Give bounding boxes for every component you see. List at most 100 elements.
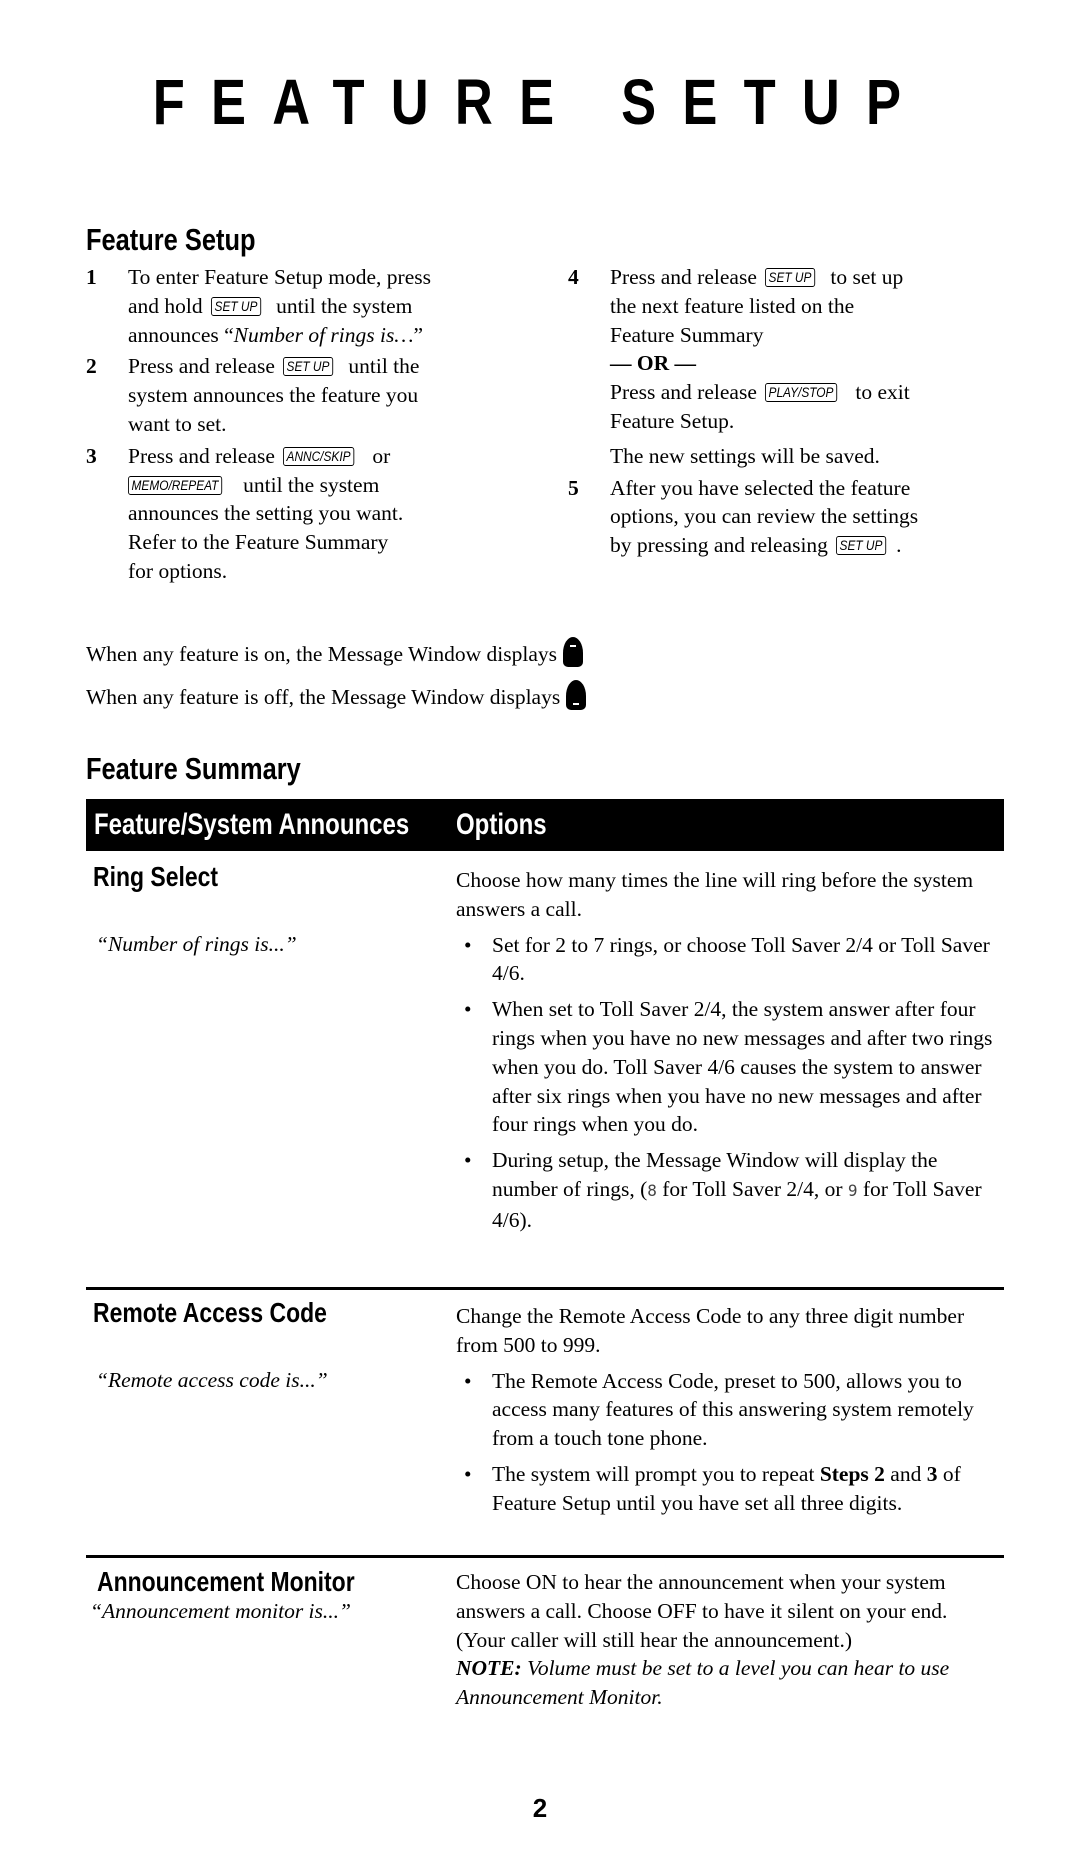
option-intro: Change the Remote Access Code to any thr… [456, 1304, 965, 1357]
step-line: want to set. [128, 411, 227, 436]
bullet-bold-text: 3 [926, 1461, 938, 1486]
step-line: After you have selected the feature [610, 475, 911, 500]
step-line: system announces the feature you [128, 383, 419, 408]
step-line: the next feature listed on the [610, 293, 855, 318]
page-title: FEATURE SETUP [152, 66, 928, 138]
bullet-text: The Remote Access Code, preset to 500, a… [492, 1368, 974, 1451]
step-line: by pressing and releasing SET UP. [610, 531, 1008, 560]
step-number: 3 [86, 443, 97, 468]
bullet-icon: • [464, 997, 472, 1022]
options-announcement-monitor: Choose ON to hear the announcement when … [456, 1568, 996, 1712]
play-stop-key-icon: PLAY/STOP [765, 383, 838, 403]
step-line: Press and release SET UP until the [128, 352, 526, 381]
step-4: 4 Press and release SET UP to set up the… [568, 263, 1008, 471]
memo-repeat-key-icon: MEMO/REPEAT [128, 475, 222, 495]
steps-right-column: 4 Press and release SET UP to set up the… [568, 263, 1008, 563]
setup-key-icon: SET UP [836, 536, 887, 556]
bullet-text: for Toll Saver 2/4, or [656, 1176, 848, 1201]
bullet-icon: • [464, 1461, 472, 1486]
feature-name-announcement-monitor: Announcement Monitor [97, 1566, 355, 1597]
step-text: by pressing and releasing [610, 533, 828, 558]
setup-key-icon: SET UP [765, 268, 816, 287]
bullet-icon: • [464, 932, 472, 957]
feature-name-remote-access-code: Remote Access Code [93, 1297, 327, 1328]
column-header-options: Options [456, 808, 547, 841]
step-text: ” [413, 322, 424, 347]
step-line: Press and release ANNC/SKIP or [128, 442, 526, 471]
step-line: for options. [128, 558, 228, 583]
lcd-digit-9: 9 [847, 1180, 858, 1200]
step-line: MEMO/REPEAT until the system [128, 471, 526, 500]
step-line: To enter Feature Setup mode, press [128, 263, 526, 292]
step-line: announces the setting you want. [128, 501, 404, 526]
note-label: NOTE: [456, 1656, 522, 1681]
step-text: until the system [276, 293, 413, 318]
step-text: announces “ [128, 322, 234, 347]
step-text: until the [348, 354, 420, 379]
step-line: Refer to the Feature Summary [128, 530, 389, 555]
bullet-text: Set for 2 to 7 rings, or choose Toll Sav… [492, 932, 990, 986]
option-note: NOTE: Volume must be set to a level you … [456, 1654, 996, 1712]
step-text: To enter Feature Setup mode, press [128, 265, 431, 289]
step-line: Feature Setup. [610, 408, 735, 433]
step-text: . [896, 533, 902, 558]
feature-off-indicator-icon [566, 680, 587, 710]
option-intro: Choose how many times the line will ring… [456, 868, 974, 921]
step-number: 4 [568, 265, 579, 289]
step-2: 2 Press and release SET UP until the sys… [86, 352, 526, 438]
bullet-text: The system will prompt you to repeat [492, 1461, 820, 1486]
step-5: 5 After you have selected the feature op… [568, 474, 1008, 560]
feature-on-indicator-icon [563, 637, 584, 667]
step-text: or [372, 443, 391, 468]
options-remote-access-code: Change the Remote Access Code to any thr… [456, 1302, 996, 1525]
setup-key-icon: SET UP [283, 357, 334, 377]
bullet-icon: • [464, 1368, 472, 1393]
bullet-text: When set to Toll Saver 2/4, the system a… [492, 997, 993, 1137]
message-window-on-text: When any feature is on, the Message Wind… [86, 642, 558, 666]
step-text: Press and release [128, 443, 275, 468]
steps-left-column: 1 To enter Feature Setup mode, press and… [86, 263, 526, 589]
option-bullet: • During setup, the Message Window will d… [456, 1146, 996, 1234]
step-3: 3 Press and release ANNC/SKIP or MEMO/RE… [86, 442, 526, 586]
message-window-on-line: When any feature is on, the Message Wind… [86, 637, 584, 668]
step-text: and hold [128, 293, 203, 318]
feature-name-ring-select: Ring Select [93, 861, 219, 892]
feature-announce-ring-select: “Number of rings is...” [96, 932, 297, 956]
option-bullet: • When set to Toll Saver 2/4, the system … [456, 995, 996, 1139]
step-text: Press and release [610, 265, 757, 289]
option-bullet: • The Remote Access Code, preset to 500, … [456, 1367, 996, 1453]
step-line: Press and release PLAY/STOP to exit [610, 378, 1008, 407]
note-text: Volume must be set to a level you can he… [456, 1656, 950, 1710]
step-line: options, you can review the settings [610, 504, 919, 529]
step-number: 1 [86, 265, 97, 289]
announcement-quote: Number of rings is… [233, 322, 414, 347]
feature-announce-announcement-monitor: “Announcement monitor is...” [90, 1599, 351, 1623]
setup-key-icon: SET UP [211, 296, 261, 316]
step-line: Feature Summary [610, 322, 764, 347]
step-number: 5 [568, 475, 579, 500]
or-separator: — OR — [610, 351, 696, 376]
step-note: The new settings will be saved. [610, 443, 880, 468]
column-header-feature: Feature/System Announces [94, 808, 410, 841]
step-line: Press and release SET UP to set up [610, 263, 1008, 292]
message-window-off-text: When any feature is off, the Message Win… [86, 685, 561, 709]
step-line: announces “Number of rings is…” [128, 321, 526, 350]
option-bullet: • The system will prompt you to repeat St… [456, 1460, 996, 1518]
row-divider [86, 1555, 1004, 1558]
step-text: Press and release [610, 380, 757, 405]
bullet-text: and [884, 1461, 927, 1486]
options-ring-select: Choose how many times the line will ring… [456, 866, 996, 1242]
step-number: 2 [86, 354, 97, 379]
step-1: 1 To enter Feature Setup mode, press and… [86, 263, 526, 349]
option-bullet: • Set for 2 to 7 rings, or choose Toll Sa… [456, 931, 996, 989]
step-text: to exit [855, 380, 910, 405]
step-text: Press and release [128, 354, 275, 379]
step-line: and hold SET UP until the system [128, 292, 526, 321]
bullet-bold-text: Steps 2 [819, 1461, 885, 1486]
bullet-icon: • [464, 1148, 472, 1173]
message-window-off-line: When any feature is off, the Message Win… [86, 680, 587, 711]
summary-table-header: Feature/System Announces Options [86, 799, 1004, 851]
step-text: until the system [243, 472, 380, 497]
feature-setup-heading: Feature Setup [86, 222, 256, 257]
annc-skip-key-icon: ANNC/SKIP [283, 446, 355, 466]
